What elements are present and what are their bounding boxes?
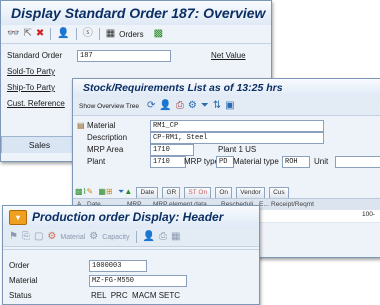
material-label: Material <box>9 276 38 285</box>
material-field[interactable]: RM1_CP <box>150 120 324 132</box>
orders-list-icon[interactable]: ▦ <box>106 28 115 40</box>
production-order-title: Production order Display: Header <box>32 210 224 224</box>
spreadsheet-icon[interactable]: ▩ <box>154 28 163 40</box>
spreadsheet-icon[interactable]: ▩ <box>75 186 83 198</box>
order-field[interactable]: 1000003 <box>89 260 147 272</box>
col-e[interactable]: E... <box>259 199 269 210</box>
material-type-label: Material type <box>233 157 279 166</box>
tab-sales[interactable]: Sales <box>1 136 78 153</box>
glasses-icon[interactable]: 👓 <box>7 28 19 40</box>
order-label: Order <box>9 261 30 270</box>
col-receipt-reqmt[interactable]: Receipt/Reqmt <box>271 199 314 210</box>
plant-label: Plant <box>87 157 106 166</box>
orders-button[interactable]: Orders <box>119 30 143 39</box>
expand-icon[interactable]: ⊞ <box>106 186 113 198</box>
toolbar-separator <box>50 28 52 40</box>
unit-label: Unit <box>314 157 329 166</box>
production-order-window: ▾ Production order Display: Header ⚑ ⎘ ▢… <box>2 205 260 305</box>
mrp-type-label: MRP type <box>184 157 219 166</box>
mrp-area-text: Plant 1 US <box>218 145 257 154</box>
toolbar-separator <box>75 28 77 40</box>
mrp-type-field[interactable]: PD <box>216 156 234 168</box>
status-label: Status <box>9 291 32 300</box>
print-icon[interactable]: ⎙ <box>159 231 167 243</box>
standard-order-title: Display Standard Order 187: Overview <box>1 1 271 25</box>
stock-requirements-toolbar: Show Overview Tree ⟳ 👤 ⎙ ⚙ ⏷ ⇅ ▣ <box>73 97 380 116</box>
layout-icon[interactable]: ▣ <box>225 100 234 112</box>
material-label: Material <box>87 121 116 130</box>
settings-icon[interactable]: ⚙ <box>188 100 197 112</box>
sold-to-party-link[interactable]: Sold-To Party <box>7 67 55 76</box>
standard-order-field[interactable]: 187 <box>77 50 171 62</box>
person-icon[interactable]: 👤 <box>143 231 155 243</box>
display-icon[interactable]: ⓢ <box>83 28 93 40</box>
capacity-button[interactable]: Capacity <box>102 234 129 241</box>
group-icon[interactable]: ▦ <box>98 186 106 198</box>
standard-order-toolbar: 👓 ⇱ ✖ 👤 ⓢ ▦ Orders ▩ <box>1 25 271 44</box>
divider <box>3 249 259 250</box>
cursor-select-icon[interactable]: ⇱ <box>23 28 31 40</box>
production-order-titlebar: ▾ Production order Display: Header <box>3 206 259 228</box>
document-icon[interactable]: ▢ <box>34 231 43 243</box>
description-field[interactable]: CP-RM1, Steel <box>150 132 324 144</box>
unit-field[interactable] <box>335 156 380 168</box>
menu-icon[interactable]: ▾ <box>9 209 27 225</box>
cust-reference-link[interactable]: Cust. Reference <box>7 99 65 108</box>
flag-icon[interactable]: ⚑ <box>9 231 18 243</box>
chart-icon[interactable]: ▲ <box>124 186 132 198</box>
refresh-icon[interactable]: ⟳ <box>147 100 155 112</box>
copy-icon[interactable]: ⎘ <box>22 231 30 243</box>
toolbar-separator <box>135 231 137 243</box>
mrp-area-field[interactable]: 1710 <box>150 144 194 156</box>
standard-order-label: Standard Order <box>7 51 63 60</box>
mrp-area-label: MRP Area <box>87 145 124 154</box>
edit-icon[interactable]: ✎ <box>86 186 93 198</box>
person-icon[interactable]: 👤 <box>159 100 171 112</box>
toolbar-separator <box>98 28 100 40</box>
material-type-field[interactable]: ROH <box>282 156 310 168</box>
more-icon[interactable]: ▦ <box>171 231 180 243</box>
sort-icon[interactable]: ⇅ <box>213 100 221 112</box>
description-label: Description <box>87 133 128 142</box>
print-icon[interactable]: ⎙ <box>176 100 184 112</box>
net-value-label[interactable]: Net Value <box>211 51 246 60</box>
settings-icon[interactable]: ⚙ <box>47 231 56 243</box>
plant-field[interactable]: 1710 <box>150 156 186 168</box>
production-order-toolbar: ⚑ ⎘ ▢ ⚙ Material ⚙ Capacity 👤 ⎙ ▦ <box>3 228 259 247</box>
delete-icon[interactable]: ✖ <box>36 28 44 40</box>
receipt-reqmt-value: 100- <box>361 211 375 218</box>
capacity-icon[interactable]: ⚙ <box>89 231 98 243</box>
material-button[interactable]: Material <box>60 234 85 241</box>
stock-requirements-title: Stock/Requirements List as of 13:25 hrs <box>73 79 380 97</box>
ship-to-party-link[interactable]: Ship-To Party <box>7 83 55 92</box>
status-value: REL PRC MACM SETC <box>91 291 181 300</box>
action-button-bar: ▩⌇✎ ▦⊞ ⏷▲ Date GR ST On On Vendor Cus <box>75 186 380 199</box>
person-icon[interactable]: 👤 <box>57 28 69 40</box>
material-field[interactable]: MZ-FG-M550 <box>89 275 187 287</box>
filter-icon[interactable]: ⏷ <box>201 100 209 112</box>
material-icon: ▤ <box>77 121 85 130</box>
show-overview-tree-button[interactable]: Show Overview Tree <box>79 103 139 110</box>
